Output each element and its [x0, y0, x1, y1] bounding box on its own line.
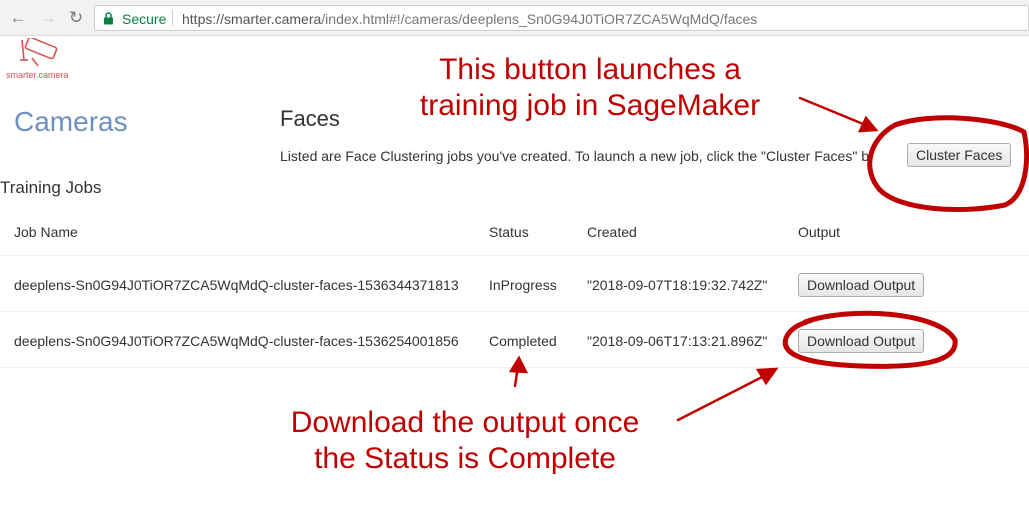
column-header-output: Output	[798, 224, 841, 240]
arrow-left-icon[interactable]: ←	[8, 8, 28, 28]
secure-label: Secure	[122, 11, 167, 27]
status-cell: Completed	[489, 333, 557, 349]
arrow-to-cluster	[798, 96, 870, 128]
arrow-to-status	[513, 364, 520, 388]
annotation-top-line2: training job in SageMaker	[419, 89, 761, 122]
arrow-right-icon[interactable]: →	[38, 8, 58, 28]
lock-icon	[104, 12, 113, 25]
reload-icon[interactable]: ↻	[66, 8, 86, 28]
sidenav-title-cameras[interactable]: Cameras	[14, 106, 128, 138]
annotation-top: This button launches a training job in S…	[400, 52, 780, 124]
page-title: Faces	[280, 106, 340, 131]
logo-text: smarter.camera	[6, 70, 69, 80]
description-text: Listed are Face Clustering jobs you've c…	[280, 148, 869, 164]
url-text[interactable]: https://smarter.camera/index.html#!/came…	[182, 11, 757, 27]
created-cell: "2018-09-07T18:19:32.742Z"	[587, 277, 768, 293]
annotation-bottom-line1: Download the output once	[290, 406, 640, 439]
column-header-job-name: Job Name	[14, 224, 78, 240]
status-cell: InProgress	[489, 277, 557, 293]
download-output-button[interactable]: Download Output	[798, 273, 925, 297]
annotation-bottom-line2: the Status is Complete	[314, 442, 616, 475]
column-header-created: Created	[587, 224, 637, 240]
section-title: Training Jobs	[0, 178, 102, 197]
arrow-to-download	[676, 372, 770, 422]
arrow-head	[755, 367, 779, 386]
page-description: Listed are Face Clustering jobs you've c…	[280, 148, 869, 164]
column-header-status: Status	[489, 224, 529, 240]
row-divider	[0, 367, 1029, 368]
job-name-cell: deeplens-Sn0G94J0TiOR7ZCA5WqMdQ-cluster-…	[14, 277, 459, 293]
job-name-cell: deeplens-Sn0G94J0TiOR7ZCA5WqMdQ-cluster-…	[14, 333, 459, 349]
row-divider	[0, 311, 1029, 312]
annotation-top-line1: This button launches a	[439, 53, 741, 86]
url-separator	[172, 10, 173, 26]
annotation-bottom: Download the output once the Status is C…	[270, 405, 660, 477]
address-bar[interactable]: Secure https://smarter.camera/index.html…	[94, 5, 1029, 31]
cluster-faces-button[interactable]: Cluster Faces	[907, 143, 1012, 167]
arrow-head	[857, 115, 879, 133]
created-cell: "2018-09-06T17:13:21.896Z"	[587, 333, 768, 349]
url-path: /index.html#!/cameras/deeplens_Sn0G94J0T…	[321, 11, 758, 27]
url-host: https://smarter.camera	[182, 11, 322, 27]
row-divider	[0, 255, 1029, 256]
arrow-head	[508, 355, 529, 374]
browser-toolbar: ← → ↻ Secure https://smarter.camera/inde…	[0, 0, 1029, 36]
download-output-button[interactable]: Download Output	[798, 329, 925, 353]
